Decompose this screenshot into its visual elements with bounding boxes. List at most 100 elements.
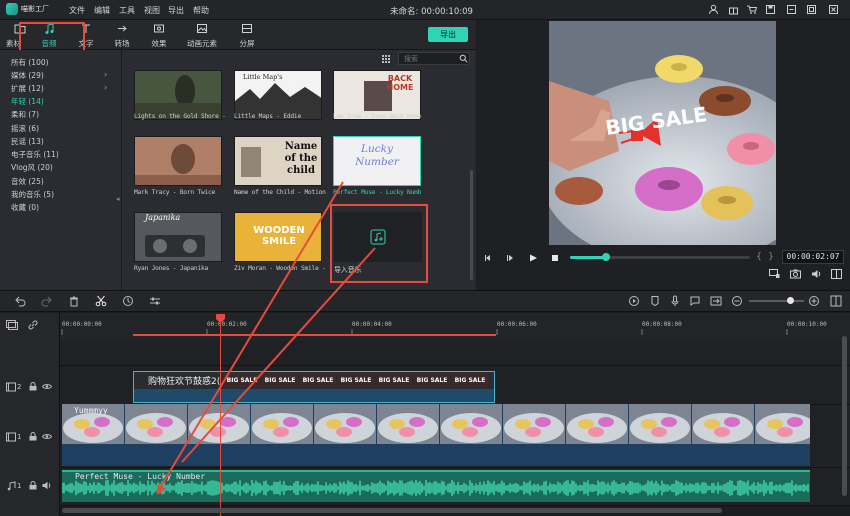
effects-icon [139, 23, 179, 37]
volume-icon[interactable] [811, 269, 822, 279]
adjust-icon[interactable] [149, 295, 161, 307]
split-screen-icon[interactable] [710, 295, 722, 307]
eye-icon[interactable] [41, 382, 53, 391]
video-clip[interactable]: Yummmyy [62, 404, 810, 466]
audio-thumb-7[interactable]: Japanika [134, 212, 222, 262]
sidebar-category[interactable]: 音效 (25) [11, 176, 44, 187]
title-clip-frame: BIG SALE [452, 373, 488, 388]
save-icon[interactable] [765, 4, 776, 15]
link-icon[interactable] [28, 320, 38, 330]
zoom-slider[interactable] [749, 300, 804, 302]
audio-thumb-8[interactable]: WOODEN SMILE [234, 212, 322, 262]
collapse-arrow-icon[interactable]: ◂ [116, 195, 120, 203]
audio-caption: Ryan Jones - Japanika [134, 265, 209, 272]
audio-clip[interactable]: Perfect Muse - Lucky Number [62, 470, 810, 502]
fullscreen-icon[interactable] [831, 269, 842, 279]
video-clip-frame [503, 404, 565, 444]
tab-splitscreen[interactable]: 分屏 [227, 20, 267, 50]
eye-icon[interactable] [41, 432, 53, 441]
prev-frame-icon[interactable] [483, 253, 493, 266]
timeline-horizontal-scrollbar[interactable] [62, 508, 722, 513]
chevron-right-icon[interactable]: › [104, 83, 107, 92]
grid-scrollbar[interactable] [470, 170, 473, 280]
audio-caption: Name of the Child - Motion [234, 189, 326, 196]
thumb-text-little-maps: Little Map's [243, 73, 283, 81]
sidebar-category[interactable]: 扩展 (12) [11, 83, 44, 94]
stop-icon[interactable] [550, 253, 560, 266]
close-icon[interactable] [828, 4, 839, 15]
tab-effects[interactable]: 效果 [139, 20, 179, 50]
sidebar-category[interactable]: 柔和 (7) [11, 109, 39, 120]
sidebar-category[interactable]: Vlog风 (20) [11, 162, 53, 173]
audio-caption: Little Maps - Eddie [234, 113, 301, 120]
menu-view[interactable]: 视图 [144, 5, 160, 16]
audio-thumb-4[interactable] [134, 136, 222, 186]
render-icon[interactable] [628, 295, 640, 307]
maximize-icon[interactable] [806, 4, 817, 15]
playback-scrubber[interactable] [602, 253, 610, 261]
sidebar-category[interactable]: 电子音乐 (11) [11, 149, 59, 160]
audio-thumb-6-selected[interactable]: Lucky Number [333, 136, 421, 186]
redo-icon[interactable] [41, 295, 53, 307]
audio-thumb-5[interactable]: Name of the child [234, 136, 322, 186]
audio-caption: Ziv Moran - Wooden Smile - [234, 265, 326, 272]
lock-icon[interactable] [29, 382, 37, 391]
sidebar-category[interactable]: 年轻 (14) [11, 96, 44, 107]
zoom-in-icon[interactable] [808, 295, 820, 307]
mark-out-icon[interactable]: } [767, 252, 775, 262]
cart-icon[interactable] [746, 4, 758, 15]
audio-caption-selected: Perfect Muse - Lucky Numb [333, 189, 422, 196]
chevron-right-icon[interactable]: › [104, 70, 107, 79]
minimize-icon[interactable] [786, 4, 797, 15]
preview-timecode: 00:00:02:07 [782, 250, 844, 264]
sidebar-category[interactable]: 所有 (100) [11, 57, 49, 68]
import-music-label: 导入音乐 [334, 266, 362, 274]
timeline-ruler[interactable] [60, 313, 850, 341]
menu-export[interactable]: 导出 [168, 5, 184, 16]
delete-icon[interactable] [68, 295, 80, 307]
menu-tools[interactable]: 工具 [119, 5, 135, 16]
sidebar-category[interactable]: 民谣 (13) [11, 136, 44, 147]
voiceover-icon[interactable] [689, 295, 701, 307]
playhead-handle-icon[interactable] [216, 314, 225, 323]
export-button[interactable]: 导出 [428, 27, 468, 42]
tab-animated-elements[interactable]: 动画元素 [182, 20, 222, 50]
thumb-text-name-of-the-child: Name of the child [284, 141, 318, 176]
marker-icon[interactable] [649, 295, 661, 307]
zoom-out-icon[interactable] [731, 295, 743, 307]
title-clip[interactable]: BIG SALE BIG SALE BIG SALE BIG SALE BIG SALE… [133, 371, 495, 403]
add-track-icon[interactable] [6, 320, 18, 330]
step-back-icon[interactable] [505, 253, 515, 266]
timeline-settings-icon[interactable] [830, 295, 842, 307]
thumb-text-back-home: BACK HOME [386, 74, 414, 92]
playback-progress[interactable] [570, 256, 750, 259]
gift-icon[interactable] [728, 4, 739, 15]
playhead[interactable] [220, 316, 221, 516]
menu-edit[interactable]: 编辑 [94, 5, 110, 16]
grid-view-icon[interactable] [381, 54, 391, 64]
play-icon[interactable] [528, 253, 538, 266]
undo-icon[interactable] [14, 295, 26, 307]
tab-transition[interactable]: 转场 [102, 20, 142, 50]
lock-icon[interactable] [29, 432, 37, 441]
lock-icon[interactable] [29, 481, 37, 490]
sidebar-category[interactable]: 收藏 (0) [11, 202, 39, 213]
cut-icon[interactable] [95, 295, 107, 307]
timeline-vertical-scrollbar[interactable] [842, 336, 847, 496]
speaker-icon[interactable] [42, 481, 52, 490]
sidebar-category[interactable]: 媒体 (29) [11, 70, 44, 81]
display-settings-icon[interactable] [769, 269, 780, 279]
menu-file[interactable]: 文件 [69, 5, 85, 16]
mark-in-icon[interactable]: { [755, 252, 763, 262]
speed-icon[interactable] [122, 295, 134, 307]
snapshot-icon[interactable] [790, 269, 801, 279]
sidebar-category[interactable]: 摇滚 (6) [11, 123, 39, 134]
user-icon[interactable] [708, 4, 719, 15]
search-icon[interactable] [459, 54, 468, 63]
ruler-label: 00:00:00:00 [62, 321, 102, 328]
video-clip-frame [692, 404, 754, 444]
sidebar-category[interactable]: 我的音乐 (5) [11, 189, 54, 200]
microphone-icon[interactable] [669, 295, 681, 307]
title-clip-frame: BIG SALE [414, 373, 450, 388]
menu-help[interactable]: 帮助 [193, 5, 209, 16]
